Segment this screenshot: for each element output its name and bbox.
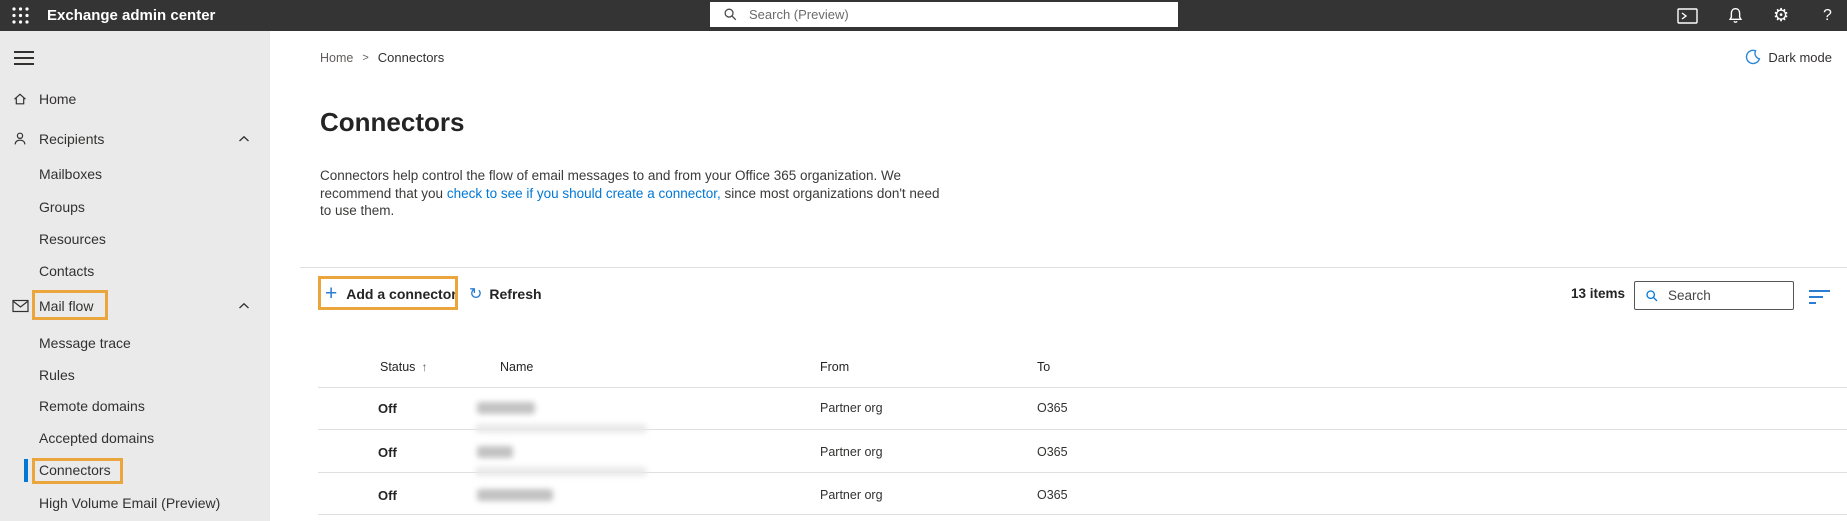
column-header-status[interactable]: Status ↑	[380, 360, 427, 374]
search-icon	[724, 8, 737, 21]
row-to: O365	[1037, 401, 1068, 415]
left-navigation: Home Recipients Mailboxes Groups Resourc…	[0, 31, 270, 521]
breadcrumb-home-link[interactable]: Home	[320, 51, 353, 65]
breadcrumb-chevron-icon: >	[362, 51, 369, 64]
sidebar-item-connectors[interactable]: Connectors	[0, 458, 270, 482]
nav-collapse-hamburger-icon[interactable]	[14, 51, 34, 65]
top-app-bar: Exchange admin center Search (Preview) ⚙…	[0, 0, 1847, 31]
page-description: Connectors help control the flow of emai…	[320, 168, 940, 218]
row-from: Partner org	[820, 401, 883, 415]
sidebar-item-mail-flow[interactable]: Mail flow	[0, 294, 270, 318]
row-status: Off	[378, 401, 397, 416]
search-icon	[1646, 289, 1658, 301]
person-icon	[12, 131, 28, 147]
sidebar-item-groups[interactable]: Groups	[0, 195, 270, 219]
list-search-input[interactable]: Search	[1634, 281, 1794, 310]
filter-sort-icon[interactable]	[1809, 290, 1831, 308]
create-connector-check-link[interactable]: check to see if you should create a conn…	[447, 186, 721, 201]
row-status: Off	[378, 488, 397, 503]
powershell-terminal-icon[interactable]	[1677, 0, 1698, 31]
home-icon	[12, 91, 28, 107]
sort-ascending-icon: ↑	[421, 360, 428, 374]
dark-mode-label: Dark mode	[1768, 49, 1832, 65]
row-status: Off	[378, 445, 397, 460]
sidebar-item-message-trace[interactable]: Message trace	[0, 331, 270, 355]
settings-gear-icon[interactable]: ⚙	[1773, 0, 1789, 31]
toolbar-top-divider	[300, 267, 1847, 268]
envelope-icon	[12, 299, 29, 313]
list-search-placeholder: Search	[1668, 288, 1711, 303]
items-count: 13 items	[1571, 286, 1626, 301]
waffle-grid-icon	[12, 7, 29, 24]
app-title: Exchange admin center	[47, 7, 216, 24]
global-search-input[interactable]: Search (Preview)	[710, 2, 1178, 27]
redacted-name-blur	[477, 446, 513, 458]
column-header-to[interactable]: To	[1037, 360, 1050, 374]
row-divider	[318, 514, 1847, 515]
sidebar-item-resources[interactable]: Resources	[0, 227, 270, 251]
sidebar-item-accepted-domains[interactable]: Accepted domains	[0, 426, 270, 450]
refresh-icon: ↻	[469, 284, 483, 303]
row-from: Partner org	[820, 488, 883, 502]
row-to: O365	[1037, 488, 1068, 502]
global-search-placeholder: Search (Preview)	[749, 7, 849, 22]
sidebar-item-mailboxes[interactable]: Mailboxes	[0, 162, 270, 186]
add-connector-button[interactable]: + Add a connector	[325, 280, 457, 308]
plus-icon: +	[325, 282, 338, 305]
app-launcher-icon[interactable]	[11, 6, 30, 25]
page-title: Connectors	[320, 107, 465, 137]
help-icon[interactable]: ?	[1823, 0, 1832, 31]
chevron-up-icon	[238, 302, 250, 310]
redacted-name-blur	[477, 402, 535, 414]
main-content: Home > Connectors Dark mode Connectors C…	[270, 31, 1847, 521]
dark-mode-toggle[interactable]: Dark mode	[1745, 49, 1832, 65]
column-header-name[interactable]: Name	[500, 360, 533, 374]
chevron-up-icon	[238, 135, 250, 143]
redacted-name-blur	[477, 489, 553, 501]
notifications-bell-icon[interactable]	[1727, 0, 1744, 31]
breadcrumb: Home > Connectors	[320, 50, 444, 65]
column-header-from[interactable]: From	[820, 360, 849, 374]
sidebar-item-remote-domains[interactable]: Remote domains	[0, 394, 270, 418]
breadcrumb-current: Connectors	[377, 50, 445, 65]
refresh-button[interactable]: ↻ Refresh	[469, 280, 542, 308]
row-from: Partner org	[820, 445, 883, 459]
sidebar-item-high-volume-email[interactable]: High Volume Email (Preview)	[0, 491, 270, 515]
sidebar-item-recipients[interactable]: Recipients	[0, 127, 270, 151]
row-to: O365	[1037, 445, 1068, 459]
moon-icon	[1746, 49, 1761, 65]
sidebar-item-rules[interactable]: Rules	[0, 363, 270, 387]
sidebar-item-home[interactable]: Home	[0, 87, 270, 111]
sidebar-item-contacts[interactable]: Contacts	[0, 259, 270, 283]
